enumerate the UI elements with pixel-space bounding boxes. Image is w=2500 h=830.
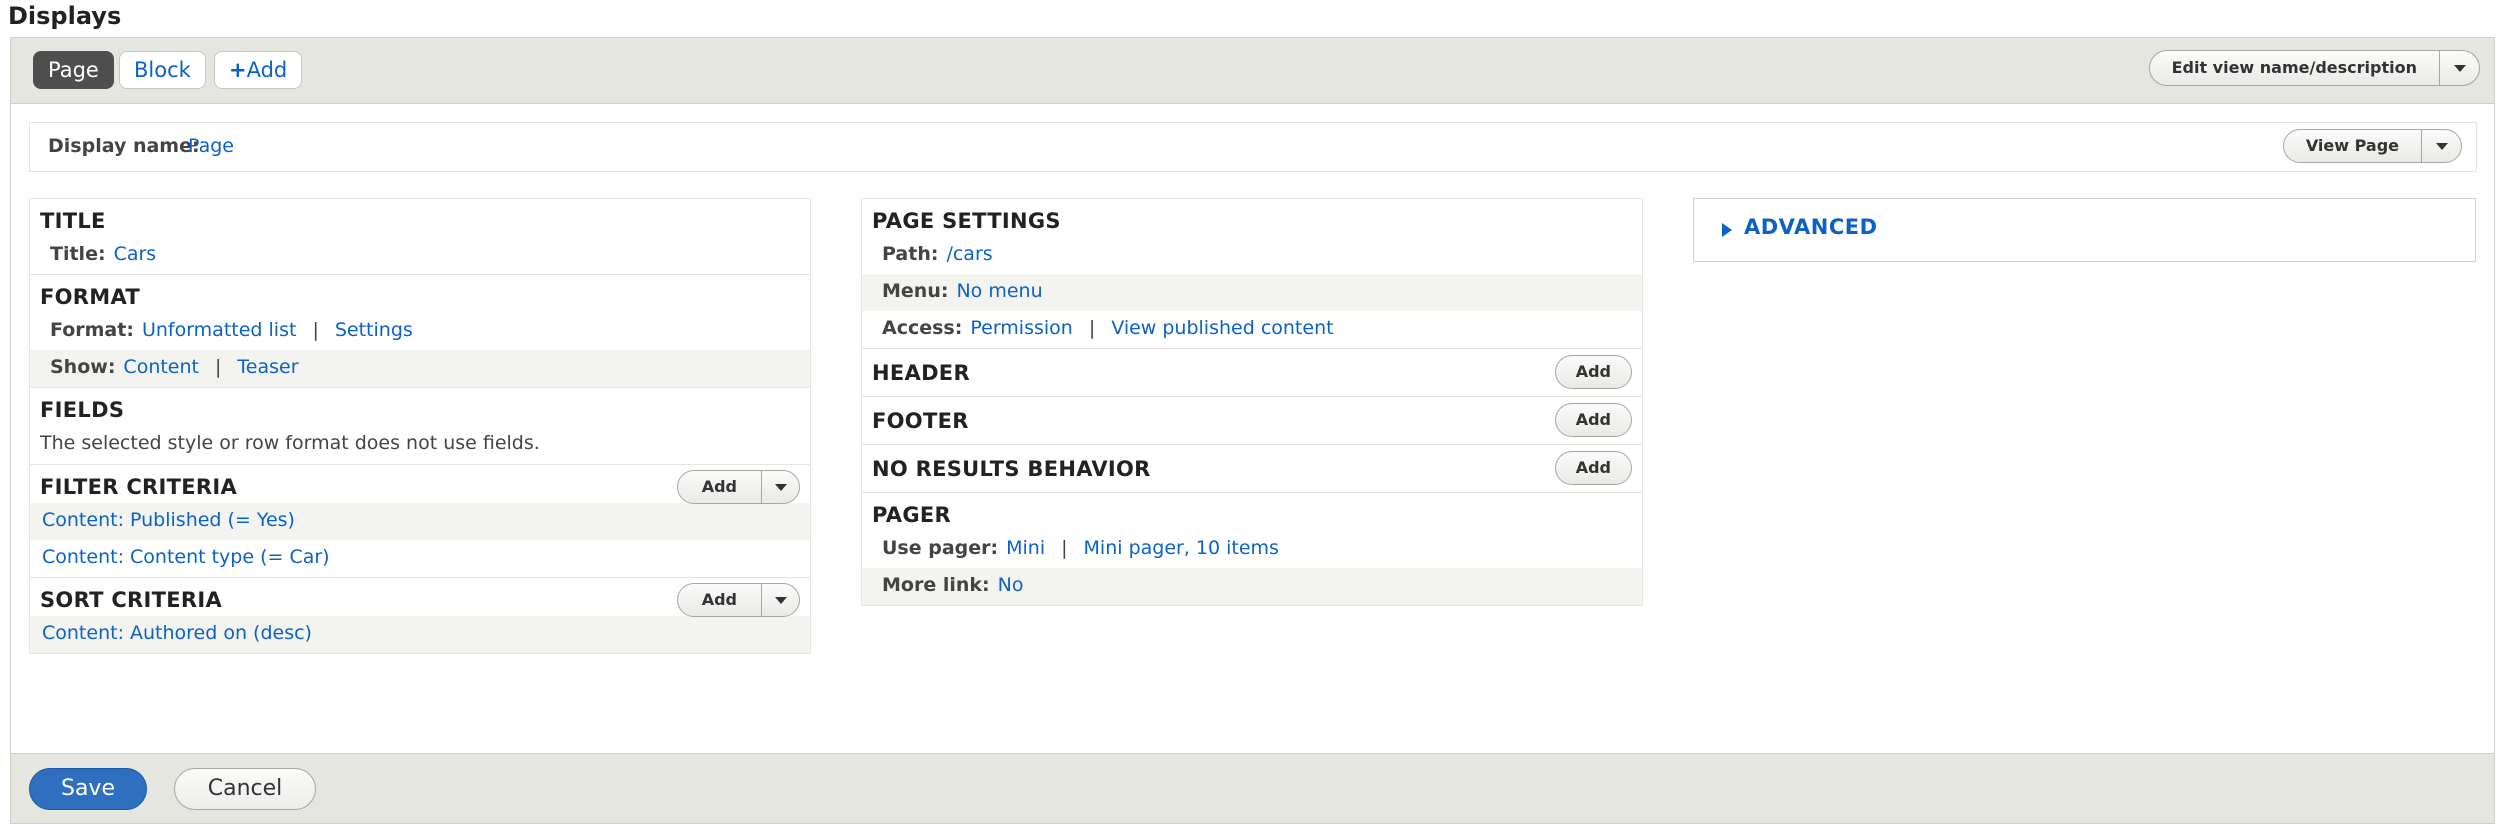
access-link[interactable]: Permission bbox=[970, 317, 1072, 339]
section-heading: NO RESULTS BEHAVIOR bbox=[872, 457, 1151, 481]
separator: | bbox=[1088, 317, 1096, 339]
caret-down-icon bbox=[774, 596, 787, 604]
sort-item: Content: Authored on (desc) bbox=[30, 616, 810, 653]
format-label: Format: bbox=[50, 319, 134, 341]
add-no-results-button[interactable]: Add bbox=[1554, 451, 1632, 485]
display-name-link[interactable]: Page bbox=[188, 135, 234, 157]
menu-row: Menu: No menu bbox=[862, 274, 1642, 311]
tab-page[interactable]: Page bbox=[33, 51, 114, 89]
path-label: Path: bbox=[882, 243, 939, 265]
format-settings-link[interactable]: Settings bbox=[335, 319, 413, 341]
add-header-button[interactable]: Add bbox=[1554, 355, 1632, 389]
sort-dropdown-toggle[interactable] bbox=[761, 584, 799, 616]
section-heading: TITLE bbox=[40, 209, 106, 233]
view-display-panel: Page Block +Add Edit view name/descripti… bbox=[10, 37, 2495, 824]
form-actions-bar: Save Cancel bbox=[11, 753, 2494, 823]
filter-item: Content: Published (= Yes) bbox=[30, 503, 810, 540]
title-row: Title: Cars bbox=[30, 237, 810, 274]
filter-item-link[interactable]: Content: Published (= Yes) bbox=[42, 509, 295, 531]
caret-down-icon bbox=[2453, 64, 2466, 72]
first-column: TITLE Title: Cars FORMAT Format: Unformatt… bbox=[29, 198, 811, 654]
filter-criteria-section: FILTER CRITERIA Add Content: Published (… bbox=[30, 465, 810, 578]
view-page-dropbutton: View Page bbox=[2282, 129, 2462, 163]
separator: | bbox=[215, 356, 222, 378]
section-heading: PAGER bbox=[872, 503, 951, 527]
menu-link[interactable]: No menu bbox=[956, 280, 1042, 302]
pager-section: PAGER Use pager: Mini | Mini pager, 10 item… bbox=[862, 493, 1642, 605]
display-tabs-bar: Page Block +Add Edit view name/descripti… bbox=[11, 38, 2494, 104]
menu-label: Menu: bbox=[882, 280, 949, 302]
add-footer-button[interactable]: Add bbox=[1554, 403, 1632, 437]
fields-message: The selected style or row format does no… bbox=[40, 432, 540, 454]
show-link[interactable]: Content bbox=[123, 356, 199, 378]
show-mode-link[interactable]: Teaser bbox=[237, 356, 298, 378]
footer-section: FOOTER Add bbox=[862, 397, 1642, 445]
filter-add-dropbutton: Add bbox=[676, 470, 800, 504]
filter-item: Content: Content type (= Car) bbox=[30, 540, 810, 577]
show-label: Show: bbox=[50, 356, 116, 378]
display-name-label: Display name: bbox=[48, 135, 200, 157]
filter-item-link[interactable]: Content: Content type (= Car) bbox=[42, 546, 330, 568]
no-results-section: NO RESULTS BEHAVIOR Add bbox=[862, 445, 1642, 493]
edit-view-name-button[interactable]: Edit view name/description bbox=[2150, 51, 2439, 85]
show-row: Show: Content | Teaser bbox=[30, 350, 810, 387]
add-display-button[interactable]: +Add bbox=[214, 51, 303, 89]
add-sort-button[interactable]: Add bbox=[678, 584, 761, 616]
more-link-row: More link: No bbox=[862, 568, 1642, 605]
second-column: PAGE SETTINGS Path: /cars Menu: No menu Ac… bbox=[861, 198, 1643, 606]
more-link-link[interactable]: No bbox=[998, 574, 1024, 596]
caret-down-icon bbox=[774, 483, 787, 491]
add-display-label: Add bbox=[246, 58, 288, 82]
title-label: Title: bbox=[50, 243, 106, 265]
separator: | bbox=[1061, 537, 1068, 559]
use-pager-row: Use pager: Mini | Mini pager, 10 items bbox=[862, 531, 1642, 568]
more-link-label: More link: bbox=[882, 574, 990, 596]
advanced-summary[interactable]: ADVANCED bbox=[1744, 215, 1878, 239]
use-pager-link[interactable]: Mini bbox=[1006, 537, 1045, 559]
sort-criteria-section: SORT CRITERIA Add Content: Authored on (… bbox=[30, 578, 810, 653]
access-detail-link[interactable]: View published content bbox=[1111, 317, 1333, 339]
title-section: TITLE Title: Cars bbox=[30, 199, 810, 275]
format-section: FORMAT Format: Unformatted list | Settings … bbox=[30, 275, 810, 388]
use-pager-label: Use pager: bbox=[882, 537, 999, 559]
section-heading: FIELDS bbox=[40, 398, 125, 422]
section-heading: HEADER bbox=[872, 361, 970, 385]
section-heading: FOOTER bbox=[872, 409, 969, 433]
plus-icon: + bbox=[229, 58, 247, 82]
header-section: HEADER Add bbox=[862, 349, 1642, 397]
caret-down-icon bbox=[2435, 142, 2448, 150]
format-link[interactable]: Unformatted list bbox=[142, 319, 297, 341]
save-button[interactable]: Save bbox=[29, 768, 147, 810]
page-settings-section: PAGE SETTINGS Path: /cars Menu: No menu Ac… bbox=[862, 199, 1642, 349]
cancel-button[interactable]: Cancel bbox=[174, 768, 316, 810]
access-row: Access: Permission | View published content bbox=[862, 311, 1642, 348]
advanced-details[interactable]: ADVANCED bbox=[1693, 198, 2476, 262]
triangle-right-icon bbox=[1722, 223, 1732, 237]
view-page-button[interactable]: View Page bbox=[2284, 130, 2421, 162]
display-name-row: Display name: Page View Page bbox=[29, 122, 2477, 172]
access-label: Access: bbox=[882, 317, 963, 339]
path-row: Path: /cars bbox=[862, 237, 1642, 274]
fields-section: FIELDS The selected style or row format … bbox=[30, 388, 810, 465]
format-row: Format: Unformatted list | Settings bbox=[30, 313, 810, 350]
title-link[interactable]: Cars bbox=[114, 243, 157, 265]
view-page-dropdown-toggle[interactable] bbox=[2421, 130, 2461, 162]
filter-dropdown-toggle[interactable] bbox=[761, 471, 799, 503]
sort-item-link[interactable]: Content: Authored on (desc) bbox=[42, 622, 312, 644]
sort-add-dropbutton: Add bbox=[676, 583, 800, 617]
section-heading: FORMAT bbox=[40, 285, 141, 309]
displays-heading: Displays bbox=[8, 2, 122, 30]
edit-view-dropbutton: Edit view name/description bbox=[2148, 50, 2480, 86]
separator: | bbox=[312, 319, 319, 341]
section-heading: PAGE SETTINGS bbox=[872, 209, 1061, 233]
pager-detail-link[interactable]: Mini pager, 10 items bbox=[1084, 537, 1279, 559]
edit-view-dropdown-toggle[interactable] bbox=[2439, 51, 2479, 85]
add-filter-button[interactable]: Add bbox=[678, 471, 761, 503]
tab-block[interactable]: Block bbox=[119, 51, 206, 89]
path-link[interactable]: /cars bbox=[946, 243, 992, 265]
